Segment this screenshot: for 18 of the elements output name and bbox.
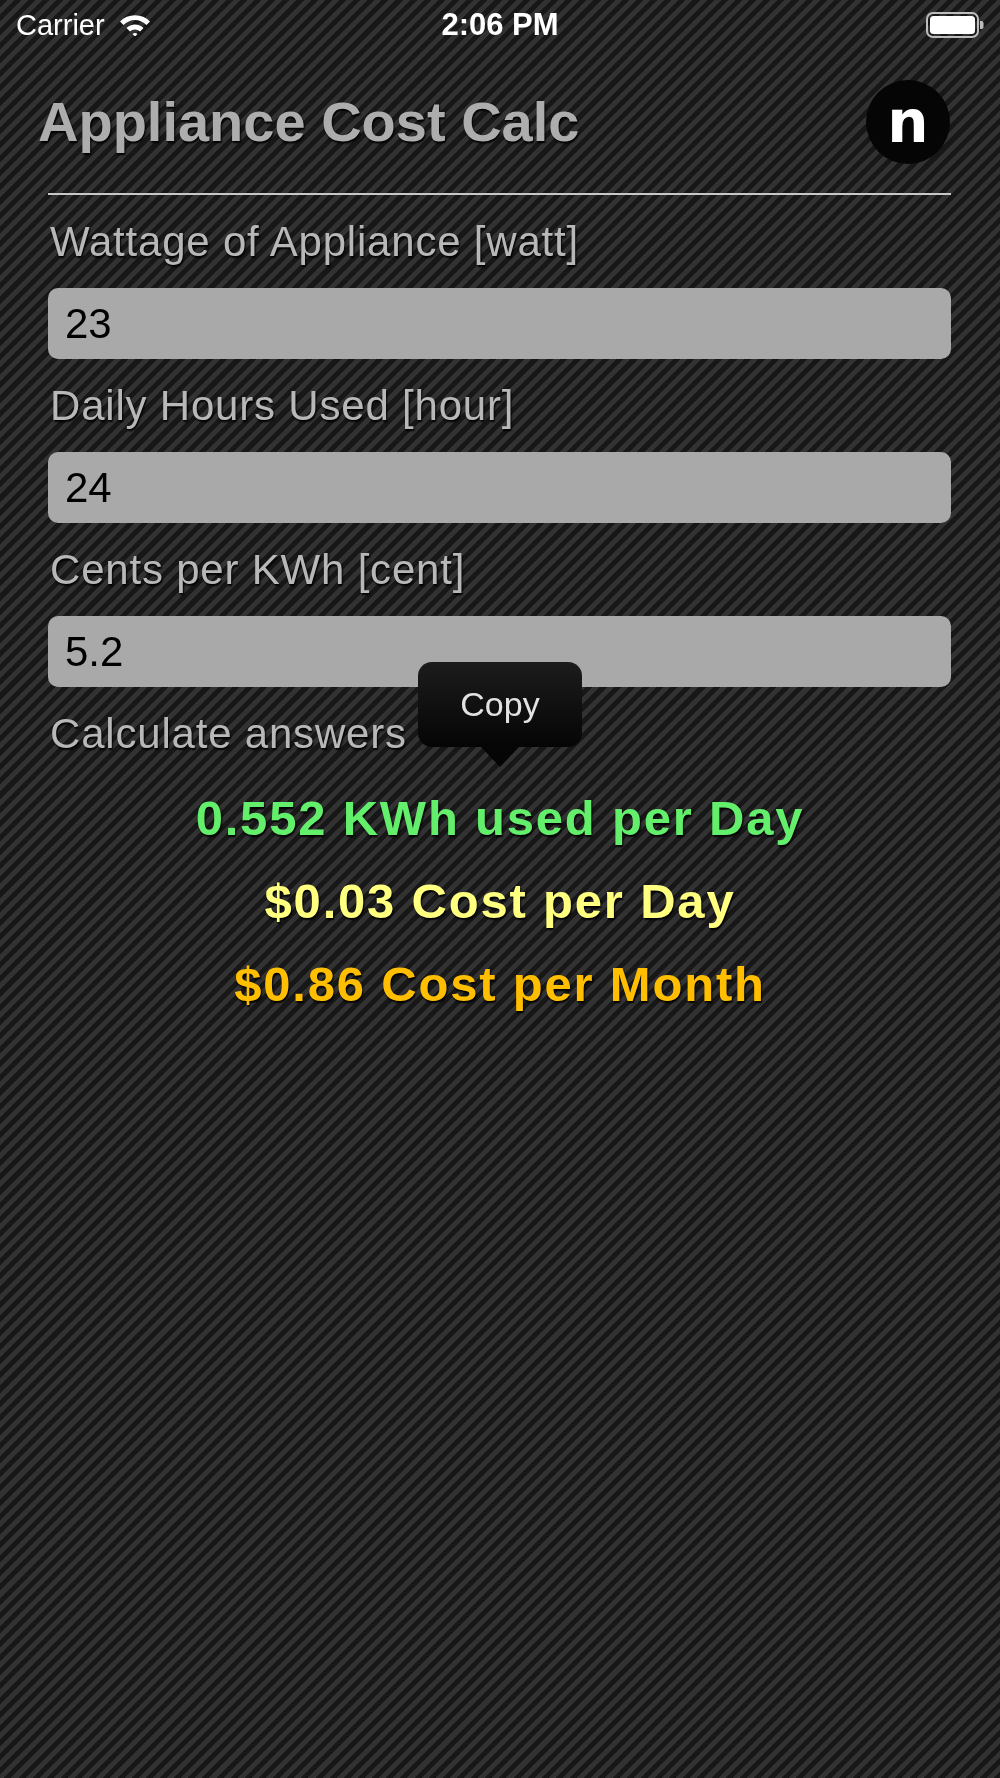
result-text: $0.86 Cost per Month bbox=[234, 956, 766, 1013]
result-text: 0.552 KWh used per Day bbox=[195, 790, 805, 847]
input-field[interactable]: 24 bbox=[48, 452, 951, 523]
input-field[interactable]: 23 bbox=[48, 288, 951, 359]
result-text: $0.03 Cost per Day bbox=[264, 873, 736, 930]
logo-button[interactable]: n bbox=[866, 79, 950, 164]
section-label: Calculate answers bbox=[49, 710, 407, 758]
carrier-name: Carrier bbox=[16, 8, 105, 42]
app-title: Appliance Cost Calc bbox=[38, 89, 580, 154]
field-label: Wattage of Appliance [watt] bbox=[49, 218, 579, 266]
battery-icon bbox=[926, 12, 984, 38]
copy-menu-item[interactable]: Copy bbox=[418, 662, 582, 747]
field-label: Daily Hours Used [hour] bbox=[49, 382, 515, 430]
status-time: 2:06 PM bbox=[441, 8, 559, 42]
wifi-icon bbox=[118, 14, 151, 36]
popup-pointer-icon bbox=[481, 747, 519, 767]
field-label: Cents per KWh [cent] bbox=[49, 546, 466, 594]
input-field[interactable]: 5.2 bbox=[48, 616, 951, 687]
